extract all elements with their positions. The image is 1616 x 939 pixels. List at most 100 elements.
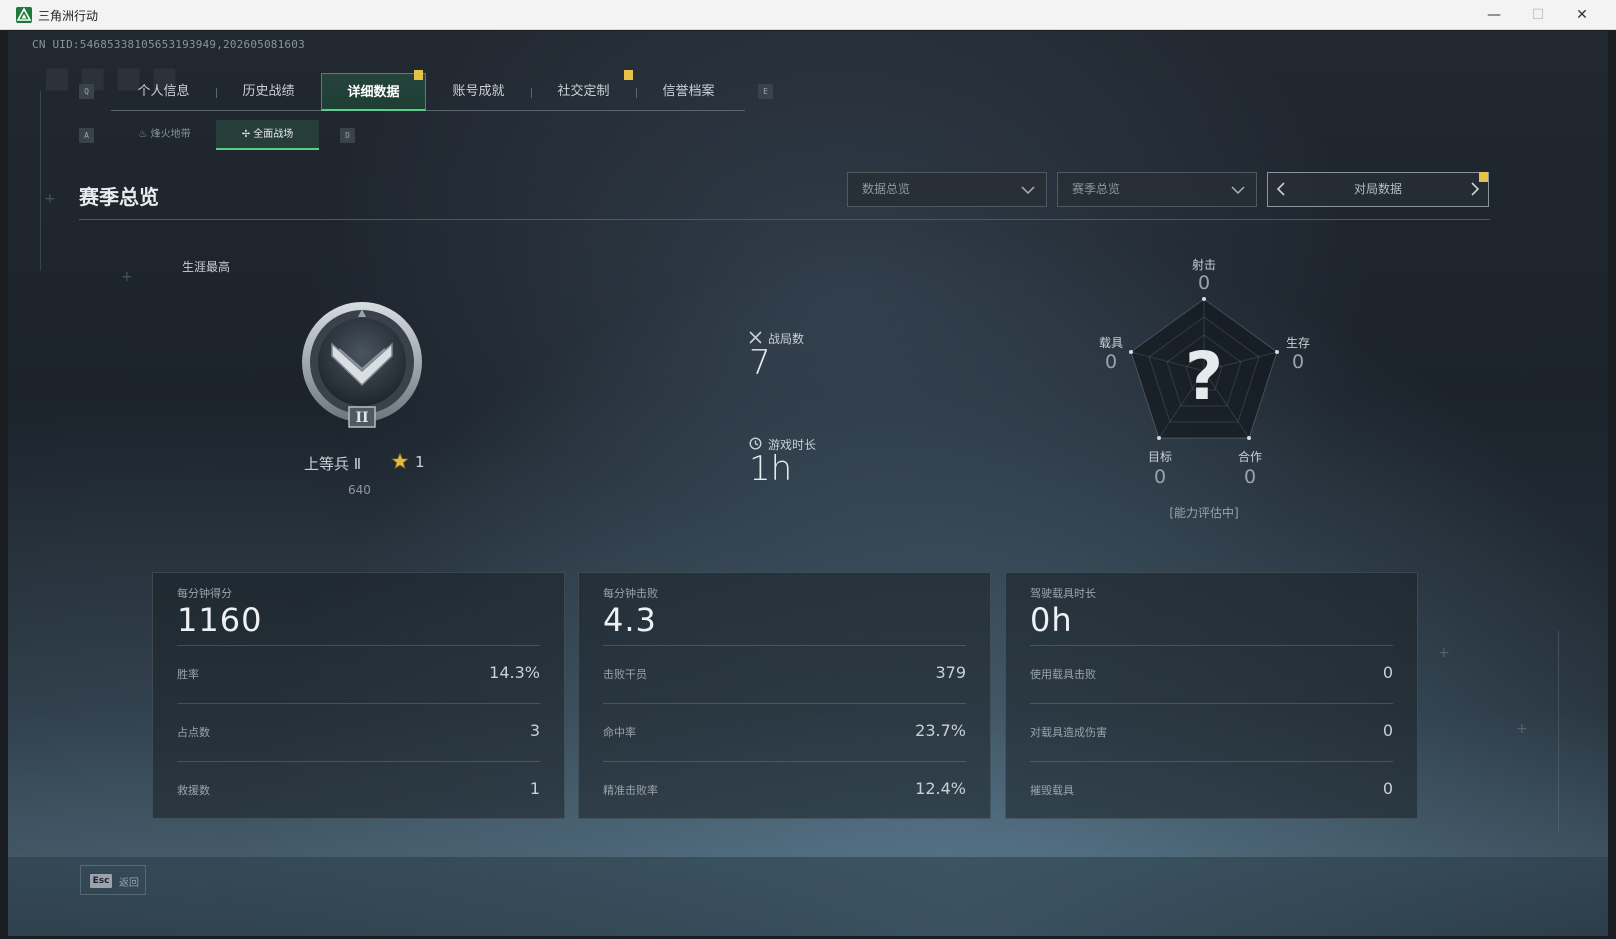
row-label: 对载具造成伤害 xyxy=(1030,726,1107,739)
season-dropdown[interactable]: 赛季总览 xyxy=(1057,172,1257,207)
stat-card-score: 每分钟得分 1160 胜率 14.3% 占点数 3 救援数 1 xyxy=(152,572,565,819)
close-button[interactable]: ✕ xyxy=(1560,0,1604,30)
card-row: 对载具造成伤害 0 xyxy=(1030,703,1393,761)
decor-plus-icon: + xyxy=(44,191,56,207)
subtab-label: 全面战场 xyxy=(253,129,294,140)
row-value: 3 xyxy=(529,721,540,740)
row-label: 摧毁载具 xyxy=(1030,784,1074,797)
radar-value-objective: 0 xyxy=(1153,466,1167,488)
data-type-dropdown[interactable]: 数据总览 xyxy=(847,172,1047,207)
radar-question-mark: ? xyxy=(1185,338,1223,415)
row-value: 0 xyxy=(1382,663,1393,682)
crosshair-icon: ✢ xyxy=(241,129,254,140)
subtab-warfare[interactable]: ✢ 全面战场 xyxy=(216,120,319,150)
notification-badge xyxy=(1479,172,1488,182)
minimize-button[interactable]: — xyxy=(1472,0,1516,30)
tab-social-custom[interactable]: 社交定制 xyxy=(531,73,636,111)
pager-label: 对局数据 xyxy=(1353,182,1402,196)
radar-label-vehicle: 载具 xyxy=(1098,336,1123,350)
chevron-down-icon xyxy=(1021,186,1035,195)
tab-achievements[interactable]: 账号成就 xyxy=(426,73,531,111)
tab-reputation[interactable]: 信誉档案 xyxy=(636,73,741,111)
key-hint-d: D xyxy=(340,128,355,143)
key-hint-q: Q xyxy=(79,84,94,99)
section-divider xyxy=(79,219,1490,220)
row-value: 379 xyxy=(935,663,966,682)
chevron-down-icon xyxy=(1231,186,1245,195)
row-label: 救援数 xyxy=(177,784,210,797)
window-title: 三角洲行动 xyxy=(38,9,99,23)
radar-label-survival: 生存 xyxy=(1285,336,1310,350)
stat-card-vehicle: 驾驶载具时长 0h 使用载具击败 0 对载具造成伤害 0 摧毁载具 0 xyxy=(1005,572,1418,819)
card-row: 救援数 1 xyxy=(177,761,540,819)
radar-label-objective: 目标 xyxy=(1147,450,1172,464)
window-titlebar: 三角洲行动 — ☐ ✕ xyxy=(0,0,1616,30)
key-hint-e: E xyxy=(758,84,773,99)
notification-badge xyxy=(414,70,423,80)
radar-value-cooperation: 0 xyxy=(1243,466,1257,488)
decor-plus-icon: + xyxy=(1438,645,1450,661)
card-row: 胜率 14.3% xyxy=(177,645,540,703)
decor-line xyxy=(40,91,41,271)
app-logo-icon xyxy=(16,7,32,23)
row-label: 精准击败率 xyxy=(603,784,658,797)
row-value: 0 xyxy=(1382,779,1393,798)
tab-match-history[interactable]: 历史战绩 xyxy=(216,73,321,111)
chevron-left-icon[interactable] xyxy=(1274,181,1288,197)
dropdown-value: 数据总览 xyxy=(862,182,911,196)
match-data-pager: 对局数据 xyxy=(1267,172,1489,207)
card-head-value: 0h xyxy=(1030,601,1073,639)
decor-line xyxy=(1558,631,1559,831)
ability-radar-chart: ? xyxy=(1129,297,1279,440)
main-tab-bar: 个人信息 历史战绩 详细数据 账号成就 社交定制 信誉档案 xyxy=(111,73,745,111)
tab-detailed-data[interactable]: 详细数据 xyxy=(321,73,426,111)
esc-key-hint: Esc xyxy=(90,874,112,888)
row-label: 使用载具击败 xyxy=(1030,668,1096,681)
card-head-label: 每分钟得分 xyxy=(177,587,232,600)
playtime-value: 1h xyxy=(749,449,793,489)
career-best-label: 生涯最高 xyxy=(182,260,231,274)
back-button[interactable]: Esc 返回 xyxy=(80,865,146,895)
player-uid: CN UID:5468533810565319394​9,20260508160… xyxy=(32,38,305,51)
row-value: 12.4% xyxy=(915,779,966,798)
row-label: 胜率 xyxy=(177,668,199,681)
radar-status: [能力评估中] xyxy=(1169,506,1239,520)
key-hint-a: A xyxy=(79,128,94,143)
row-value: 23.7% xyxy=(915,721,966,740)
decor-plus-icon: + xyxy=(1516,721,1528,737)
row-value: 1 xyxy=(529,779,540,798)
rank-points: 640 xyxy=(348,483,371,497)
rank-badge-numeral: II xyxy=(355,410,368,426)
maximize-button[interactable]: ☐ xyxy=(1516,0,1560,30)
card-head-label: 每分钟击败 xyxy=(603,587,658,600)
row-value: 0 xyxy=(1382,721,1393,740)
matches-value: 7 xyxy=(749,343,771,383)
card-row: 使用载具击败 0 xyxy=(1030,645,1393,703)
campfire-icon: ♨ xyxy=(138,129,151,140)
subtab-label: 烽火地带 xyxy=(150,129,191,140)
row-value: 14.3% xyxy=(489,663,540,682)
subtab-hazard-zone[interactable]: ♨ 烽火地带 xyxy=(113,120,216,150)
bottom-bar xyxy=(8,857,1608,936)
card-head-value: 1160 xyxy=(177,601,263,639)
rank-name: 上等兵 Ⅱ xyxy=(304,455,362,473)
dropdown-value: 赛季总览 xyxy=(1072,182,1121,196)
card-row: 占点数 3 xyxy=(177,703,540,761)
row-label: 击败干员 xyxy=(603,668,647,681)
back-label: 返回 xyxy=(119,878,139,889)
chevron-right-icon[interactable] xyxy=(1468,181,1482,197)
notification-badge xyxy=(624,70,633,80)
rank-badge-icon: II xyxy=(302,302,422,428)
radar-value-shooting: 0 xyxy=(1197,272,1211,294)
stat-card-kills: 每分钟击败 4.3 击败干员 379 命中率 23.7% 精准击败率 12.4% xyxy=(578,572,991,819)
tab-personal-info[interactable]: 个人信息 xyxy=(111,73,216,111)
radar-label-shooting: 射击 xyxy=(1191,258,1216,272)
decor-plus-icon: + xyxy=(121,269,133,285)
game-view: ▪▪▪▪ + + + + CN UID:5468533810565319394​… xyxy=(8,31,1608,936)
card-row: 击败干员 379 xyxy=(603,645,966,703)
radar-label-cooperation: 合作 xyxy=(1237,450,1262,464)
rank-star-count: 1 xyxy=(415,453,425,471)
row-label: 命中率 xyxy=(603,726,636,739)
card-row: 摧毁载具 0 xyxy=(1030,761,1393,819)
card-head-value: 4.3 xyxy=(603,601,657,639)
